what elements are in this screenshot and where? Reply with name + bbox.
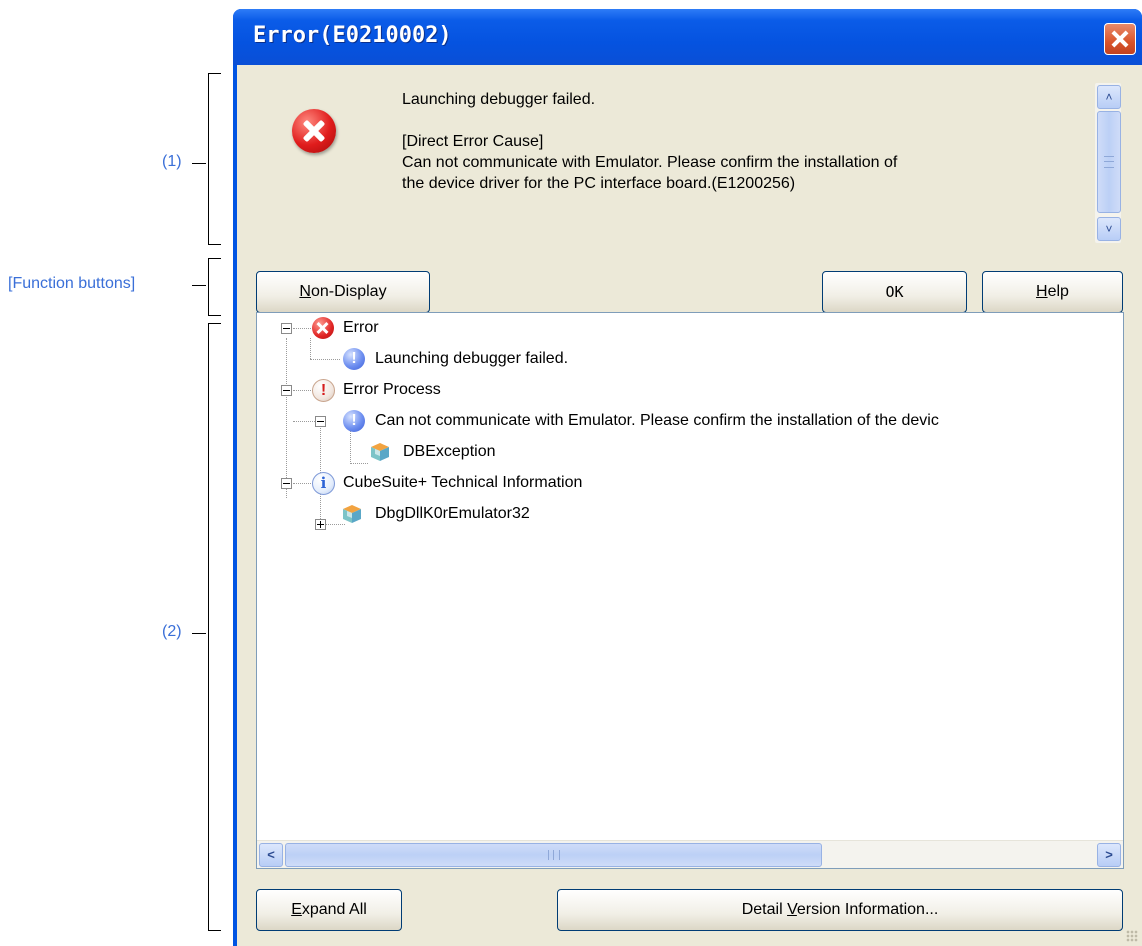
cube-icon [343,505,361,523]
collapse-icon[interactable] [315,416,326,427]
error-detail-tree[interactable]: Error ! Launching debugger failed. ! Err… [256,312,1124,869]
scroll-thumb[interactable] [285,843,822,867]
message-line: [Direct Error Cause] [402,133,544,150]
tree-node-error-process-child[interactable]: Can not communicate with Emulator. Pleas… [375,407,939,435]
scroll-up-icon[interactable]: ˄ [1097,85,1121,109]
collapse-icon[interactable] [281,323,292,334]
scroll-thumb[interactable] [1097,111,1121,213]
resize-grip-icon[interactable] [1126,930,1138,942]
tree-node-error-process[interactable]: Error Process [343,376,441,404]
callout-label-function-buttons: [Function buttons] [8,275,136,292]
title-bar[interactable]: Error(E0210002) [233,9,1142,65]
callout-bracket-1 [208,73,221,245]
scroll-down-icon[interactable]: ˅ [1097,217,1121,241]
error-message: Launching debugger failed. [Direct Error… [402,89,1082,194]
scroll-right-icon[interactable]: > [1097,843,1121,867]
callout-label-2: (2) [162,623,182,640]
tree-node-tech-info[interactable]: CubeSuite+ Technical Information [343,469,582,497]
tree-node-exception[interactable]: DBException [403,438,496,466]
expand-icon[interactable] [315,519,326,530]
message-line: Can not communicate with Emulator. Pleas… [402,154,898,171]
tree-node-tech-child[interactable]: DbgDllK0rEmulator32 [375,500,530,528]
exclamation-icon: ! [343,410,365,432]
info-icon: i [312,472,335,495]
collapse-icon[interactable] [281,385,292,396]
expand-all-button[interactable]: Expand All [256,889,402,931]
tree-node-error-child[interactable]: Launching debugger failed. [375,345,568,373]
non-display-button[interactable]: Non-Display [256,271,430,313]
callout-tick-1 [192,163,206,164]
callout-bracket-2 [208,323,221,931]
error-node-icon [312,317,334,339]
cube-icon [371,443,389,461]
detail-version-information-button[interactable]: Detail Version Information... [557,889,1123,931]
collapse-icon[interactable] [281,478,292,489]
dialog-client-area: Launching debugger failed. [Direct Error… [237,65,1142,946]
callout-label-1: (1) [162,153,182,170]
tree-node-error[interactable]: Error [343,314,379,342]
error-icon [292,109,336,153]
error-dialog: Error(E0210002) Launching debugger faile… [233,9,1142,946]
tree-horizontal-scrollbar[interactable]: < > [257,840,1123,868]
callout-tick-2 [192,633,206,634]
exclamation-icon: ! [343,348,365,370]
close-button[interactable] [1104,23,1136,55]
ok-button[interactable]: OK [822,271,967,313]
callout-tick-function-buttons [192,285,206,286]
help-button[interactable]: Help [982,271,1123,313]
window-title: Error(E0210002) [253,23,452,48]
callout-bracket-function-buttons [208,258,221,316]
message-vertical-scrollbar[interactable]: ˄ ˅ [1095,83,1121,243]
scroll-left-icon[interactable]: < [259,843,283,867]
message-line: Launching debugger failed. [402,91,596,108]
message-line: the device driver for the PC interface b… [402,175,796,192]
warning-icon: ! [312,379,335,402]
